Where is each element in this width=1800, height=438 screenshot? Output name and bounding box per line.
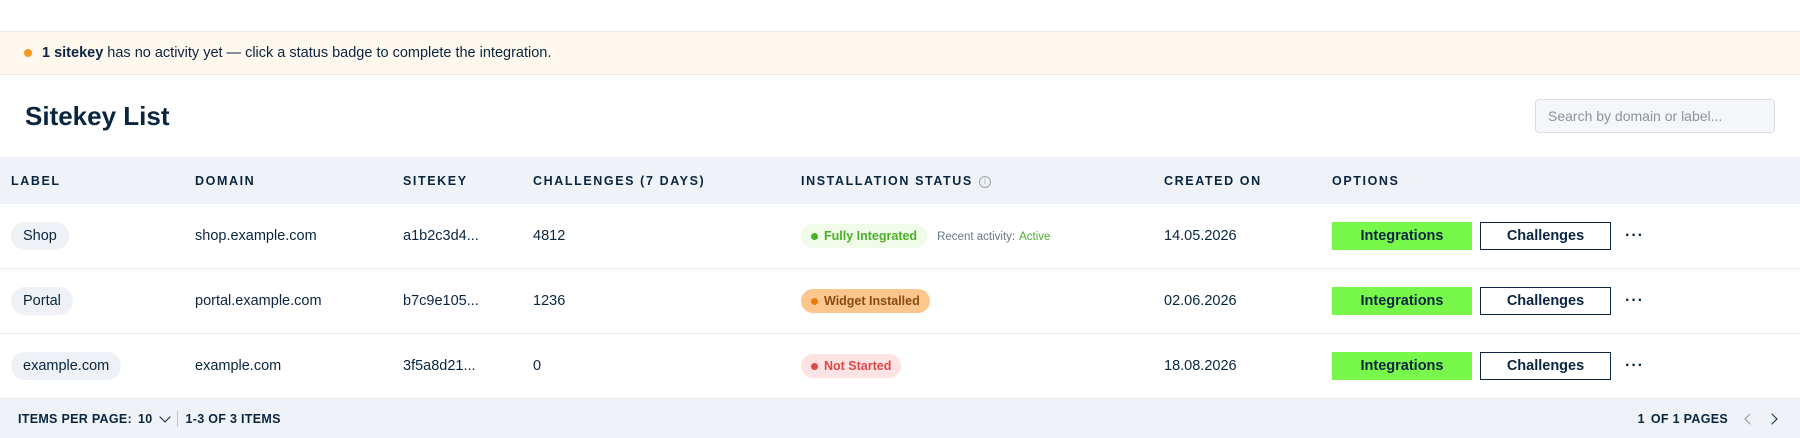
pagination: 1 OF 1 PAGES bbox=[1638, 412, 1782, 426]
created-cell: 18.08.2026 bbox=[1164, 358, 1237, 374]
status-cell: Widget Installed bbox=[801, 289, 1164, 313]
challenges-cell: 4812 bbox=[533, 228, 566, 244]
column-header-challenges[interactable]: CHALLENGES (7 DAYS) bbox=[533, 174, 801, 188]
table-row: example.com example.com 3f5a8d21... 0 No… bbox=[0, 334, 1800, 399]
challenges-button[interactable]: Challenges bbox=[1480, 222, 1611, 250]
chevron-right-icon[interactable] bbox=[1766, 413, 1778, 425]
table-footer: ITEMS PER PAGE: 10 1-3 OF 3 ITEMS 1 OF 1… bbox=[0, 399, 1800, 438]
created-cell: 02.06.2026 bbox=[1164, 293, 1237, 309]
domain-cell: shop.example.com bbox=[195, 228, 317, 244]
status-dot-icon bbox=[811, 232, 818, 240]
more-icon[interactable]: ··· bbox=[1625, 292, 1644, 310]
banner-message: has no activity yet — click a status bad… bbox=[107, 45, 552, 61]
status-cell: Not Started bbox=[801, 354, 1164, 378]
more-icon[interactable]: ··· bbox=[1625, 227, 1644, 245]
column-header-sitekey[interactable]: SITEKEY bbox=[403, 174, 533, 188]
banner-count: 1 sitekey bbox=[42, 45, 104, 61]
warning-dot-icon bbox=[24, 49, 32, 57]
column-header-installation-status[interactable]: INSTALLATION STATUS i bbox=[801, 174, 1164, 188]
label-pill: Portal bbox=[11, 287, 73, 315]
recent-activity-value: Active bbox=[1019, 230, 1051, 243]
challenges-cell: 1236 bbox=[533, 293, 566, 309]
chevron-left-icon[interactable] bbox=[1744, 413, 1756, 425]
table-row: Portal portal.example.com b7c9e105... 12… bbox=[0, 269, 1800, 334]
status-badge-label: Not Started bbox=[824, 359, 892, 373]
status-badge[interactable]: Not Started bbox=[801, 354, 902, 378]
page-total: OF 1 PAGES bbox=[1650, 412, 1728, 426]
sitekey-cell[interactable]: 3f5a8d21... bbox=[403, 358, 533, 374]
label-pill: example.com bbox=[11, 352, 122, 380]
column-header-installation-status-label: INSTALLATION STATUS bbox=[801, 173, 973, 188]
status-cell: Fully Integrated Recent activity: Active bbox=[801, 224, 1164, 248]
sitekey-cell[interactable]: b7c9e105... bbox=[403, 293, 533, 309]
status-badge[interactable]: Widget Installed bbox=[801, 289, 930, 313]
table-row: Shop shop.example.com a1b2c3d4... 4812 F… bbox=[0, 204, 1800, 269]
page-header: Sitekey List bbox=[0, 75, 1800, 157]
divider bbox=[176, 411, 178, 427]
integrations-button[interactable]: Integrations bbox=[1332, 352, 1472, 380]
top-strip bbox=[0, 0, 1800, 32]
status-dot-icon bbox=[811, 297, 818, 305]
items-per-page-value: 10 bbox=[138, 412, 153, 426]
integrations-button[interactable]: Integrations bbox=[1332, 287, 1472, 315]
notice-banner: 1 sitekey has no activity yet — click a … bbox=[0, 32, 1800, 75]
items-range: 1-3 OF 3 ITEMS bbox=[185, 412, 281, 426]
recent-activity-label: Recent activity: bbox=[937, 230, 1016, 243]
created-cell: 14.05.2026 bbox=[1164, 228, 1237, 244]
status-dot-icon bbox=[811, 362, 818, 370]
options-cell: Integrations Challenges ··· bbox=[1332, 222, 1800, 250]
page-current[interactable]: 1 bbox=[1638, 412, 1645, 426]
column-header-created-on[interactable]: CREATED ON bbox=[1164, 174, 1332, 188]
status-badge-label: Fully Integrated bbox=[824, 229, 918, 243]
table-header: LABEL DOMAIN SITEKEY CHALLENGES (7 DAYS)… bbox=[0, 157, 1800, 204]
challenges-button[interactable]: Challenges bbox=[1480, 287, 1611, 315]
sitekey-cell[interactable]: a1b2c3d4... bbox=[403, 228, 533, 244]
challenges-button[interactable]: Challenges bbox=[1480, 352, 1611, 380]
status-badge[interactable]: Fully Integrated bbox=[801, 224, 928, 248]
integrations-button[interactable]: Integrations bbox=[1332, 222, 1472, 250]
more-icon[interactable]: ··· bbox=[1625, 357, 1644, 375]
status-badge-label: Widget Installed bbox=[824, 294, 920, 308]
column-header-domain[interactable]: DOMAIN bbox=[195, 174, 403, 188]
domain-cell: portal.example.com bbox=[195, 293, 322, 309]
items-per-page-select[interactable]: 10 bbox=[138, 411, 171, 426]
options-cell: Integrations Challenges ··· bbox=[1332, 287, 1800, 315]
challenges-cell: 0 bbox=[533, 358, 542, 374]
page-title: Sitekey List bbox=[25, 100, 170, 131]
search-input[interactable] bbox=[1535, 99, 1775, 133]
recent-activity: Recent activity: Active bbox=[937, 231, 1050, 243]
column-header-label[interactable]: LABEL bbox=[0, 174, 195, 188]
domain-cell: example.com bbox=[195, 358, 282, 374]
chevron-down-icon bbox=[158, 411, 171, 423]
label-pill: Shop bbox=[11, 222, 69, 250]
column-header-options: OPTIONS bbox=[1332, 173, 1400, 188]
info-icon[interactable]: i bbox=[978, 175, 991, 188]
items-per-page-label: ITEMS PER PAGE: bbox=[18, 412, 133, 426]
options-cell: Integrations Challenges ··· bbox=[1332, 352, 1800, 380]
